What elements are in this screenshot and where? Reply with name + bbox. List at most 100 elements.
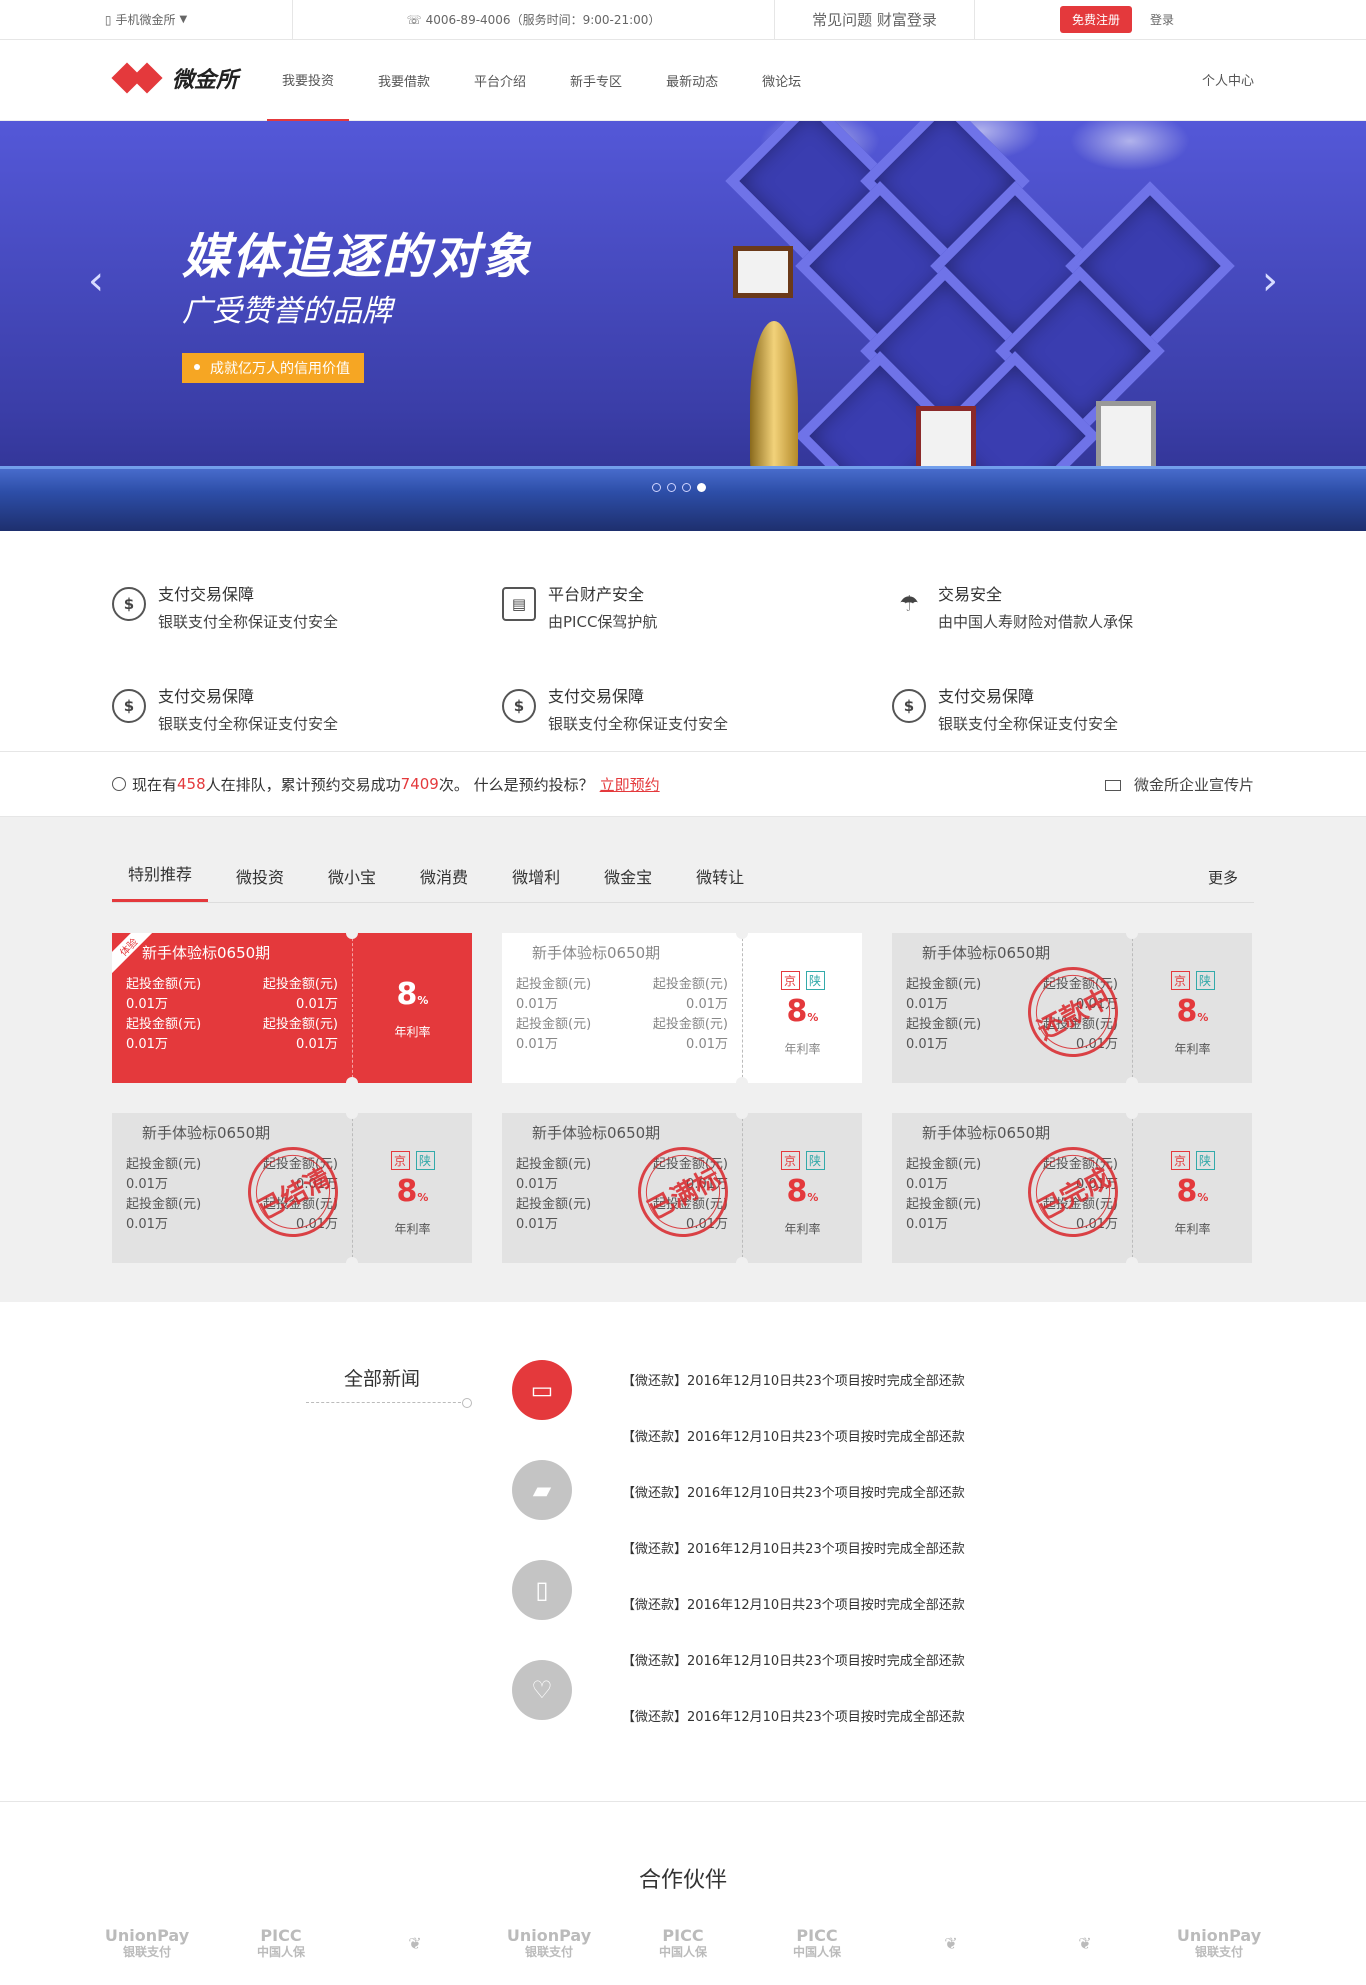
interest-rate: 8%	[1176, 994, 1209, 1029]
region-badge: 陕	[1195, 971, 1215, 990]
region-badge: 京	[390, 1151, 410, 1170]
product-title: 新手体验标0650期	[532, 944, 661, 962]
region-badge: 陕	[805, 1151, 825, 1170]
auth-area: 免费注册 登录	[975, 0, 1366, 39]
alarm-clock-icon	[112, 777, 126, 791]
picc-logo[interactable]: PICC 中国人保	[246, 1914, 316, 1974]
rate-label: 年利率	[1174, 1042, 1211, 1056]
rate-label: 年利率	[394, 1222, 431, 1236]
product-field-value: 0.01万	[516, 1037, 558, 1052]
slide-dot[interactable]	[682, 483, 691, 492]
logo-text: 微金所	[172, 68, 239, 93]
tab-micro-treasure[interactable]: 微小宝	[312, 864, 392, 902]
product-field-value: 0.01万	[516, 1177, 558, 1192]
feature-item: $ 支付交易保障 银联支付全称保证支付安全	[892, 683, 1254, 751]
product-field-label: 起投金额(元)	[516, 1197, 592, 1212]
strip-text-2: 人在排队，累计预约交易成功	[205, 775, 401, 794]
tab-micro-invest[interactable]: 微投资	[220, 864, 300, 902]
news-item[interactable]: 【微还款】2016年12月10日共23个项目按时完成全部还款	[622, 1578, 965, 1634]
product-field-value: 0.01万	[516, 1217, 558, 1232]
banner-cta-button[interactable]: 成就亿万人的信用价值	[182, 353, 364, 383]
tab-micro-profit[interactable]: 微增利	[496, 864, 576, 902]
mobile-app-link[interactable]: ▯ 手机微金所 ▼	[0, 0, 293, 39]
success-count: 7409	[400, 775, 439, 793]
nav-item-about[interactable]: 平台介绍	[459, 40, 541, 121]
plant-logo[interactable]: ❦	[916, 1914, 986, 1974]
product-card[interactable]: 新手体验标0650期 起投金额(元) 起投金额(元) 0.01万 0.01万 起…	[892, 1113, 1252, 1263]
tab-micro-gold[interactable]: 微金宝	[588, 864, 668, 902]
product-card[interactable]: 体验 新手体验标0650期 起投金额(元) 起投金额(元) 0.01万 0.01…	[112, 933, 472, 1083]
plant-logo[interactable]: ❦	[1050, 1914, 1120, 1974]
product-field-label: 起投金额(元)	[652, 977, 728, 992]
faq-link[interactable]: 常见问题 财富登录	[775, 0, 975, 39]
company-video-link[interactable]: 微金所企业宣传片	[1105, 774, 1254, 795]
news-category-icons: ▭ ▰ ▯ ♡	[512, 1360, 572, 1760]
slide-dot[interactable]	[652, 483, 661, 492]
news-item[interactable]: 【微还款】2016年12月10日共23个项目按时完成全部还款	[622, 1634, 965, 1690]
tab-featured[interactable]: 特别推荐	[112, 861, 209, 902]
interest-rate: 8%	[786, 1174, 819, 1209]
logo[interactable]: 微金所	[111, 62, 239, 94]
queue-count: 458	[177, 775, 206, 793]
news-item[interactable]: 【微还款】2016年12月10日共23个项目按时完成全部还款	[622, 1354, 965, 1410]
picc-logo[interactable]: PICC 中国人保	[648, 1914, 718, 1974]
unionpay-logo[interactable]: UnionPay 银联支付	[1177, 1914, 1261, 1974]
tab-micro-consume[interactable]: 微消费	[404, 864, 484, 902]
product-card[interactable]: 新手体验标0650期 起投金额(元) 起投金额(元) 0.01万 0.01万 起…	[112, 1113, 472, 1263]
feature-title: 支付交易保障	[938, 687, 1035, 706]
interest-rate: 8%	[1176, 1174, 1209, 1209]
rate-label: 年利率	[1174, 1222, 1211, 1236]
feature-title: 交易安全	[938, 585, 1003, 604]
reserve-now-link[interactable]: 立即预约	[600, 774, 660, 795]
heart-icon[interactable]: ♡	[512, 1660, 572, 1720]
mobile-app-label: 手机微金所	[115, 13, 176, 27]
product-card[interactable]: 新手体验标0650期 起投金额(元) 起投金额(元) 0.01万 0.01万 起…	[502, 1113, 862, 1263]
next-slide-arrow-icon[interactable]: ›	[1262, 261, 1278, 301]
more-link[interactable]: 更多	[1208, 867, 1238, 888]
news-item[interactable]: 【微还款】2016年12月10日共23个项目按时完成全部还款	[622, 1410, 965, 1466]
product-field-value: 0.01万	[906, 1217, 948, 1232]
prev-slide-arrow-icon[interactable]: ‹	[88, 261, 104, 301]
login-link[interactable]: 登录	[1150, 11, 1174, 28]
register-button[interactable]: 免费注册	[1060, 6, 1133, 33]
news-item[interactable]: 【微还款】2016年12月10日共23个项目按时完成全部还款	[622, 1690, 965, 1746]
slide-indicators	[652, 483, 706, 492]
banner-subtitle: 广受赞誉的品牌	[182, 294, 392, 329]
phone-icon[interactable]: ▯	[512, 1560, 572, 1620]
product-card[interactable]: 新手体验标0650期 起投金额(元) 起投金额(元) 0.01万 0.01万 起…	[892, 933, 1252, 1083]
product-field-value: 0.01万	[906, 1177, 948, 1192]
news-item[interactable]: 【微还款】2016年12月10日共23个项目按时完成全部还款	[622, 1522, 965, 1578]
nav-item-forum[interactable]: 微论坛	[747, 40, 816, 121]
plant-logo[interactable]: ❦	[380, 1914, 450, 1974]
unionpay-logo[interactable]: UnionPay 银联支付	[507, 1914, 591, 1974]
product-title: 新手体验标0650期	[532, 1124, 661, 1142]
tab-micro-transfer[interactable]: 微转让	[680, 864, 760, 902]
inbox-icon[interactable]: ▭	[512, 1360, 572, 1420]
umbrella-icon: ☂	[899, 591, 919, 617]
service-phone: ☏ 4006-89-4006（服务时间：9:00-21:00）	[293, 0, 775, 39]
feature-item: ▤ 平台财产安全 由PICC保驾护航	[502, 581, 892, 649]
product-field-label: 起投金额(元)	[906, 977, 982, 992]
all-news-heading[interactable]: 全部新闻	[344, 1364, 420, 1391]
folder-icon[interactable]: ▰	[512, 1460, 572, 1520]
slide-dot[interactable]	[667, 483, 676, 492]
nav-item-invest[interactable]: 我要投资	[267, 40, 350, 121]
product-field-label: 起投金额(元)	[126, 1157, 202, 1172]
nav-items: 我要投资 我要借款 平台介绍 新手专区 最新动态 微论坛	[267, 40, 830, 121]
unionpay-logo[interactable]: UnionPay 银联支付	[105, 1914, 189, 1974]
product-field-value: 0.01万	[126, 997, 168, 1012]
nav-item-borrow[interactable]: 我要借款	[363, 40, 445, 121]
partner-logos: UnionPay 银联支付 PICC 中国人保 ❦ UnionPay 银联支付 PIC…	[105, 1914, 1261, 1974]
hero-banner: 媒体追逐的对象 广受赞誉的品牌 成就亿万人的信用价值 ‹ ›	[0, 121, 1366, 531]
product-card[interactable]: 新手体验标0650期 起投金额(元) 起投金额(元) 0.01万 0.01万 起…	[502, 933, 862, 1083]
personal-center-link[interactable]: 个人中心	[1202, 70, 1254, 89]
company-video-label: 微金所企业宣传片	[1133, 776, 1254, 794]
slide-dot-active[interactable]	[697, 483, 706, 492]
product-field-value: 0.01万	[686, 1037, 728, 1052]
news-item[interactable]: 【微还款】2016年12月10日共23个项目按时完成全部还款	[622, 1466, 965, 1522]
picc-logo[interactable]: PICC 中国人保	[782, 1914, 852, 1974]
nav-item-news[interactable]: 最新动态	[651, 40, 733, 121]
nav-item-newbie[interactable]: 新手专区	[555, 40, 637, 121]
product-title: 新手体验标0650期	[922, 944, 1051, 962]
region-badge: 京	[780, 1151, 800, 1170]
